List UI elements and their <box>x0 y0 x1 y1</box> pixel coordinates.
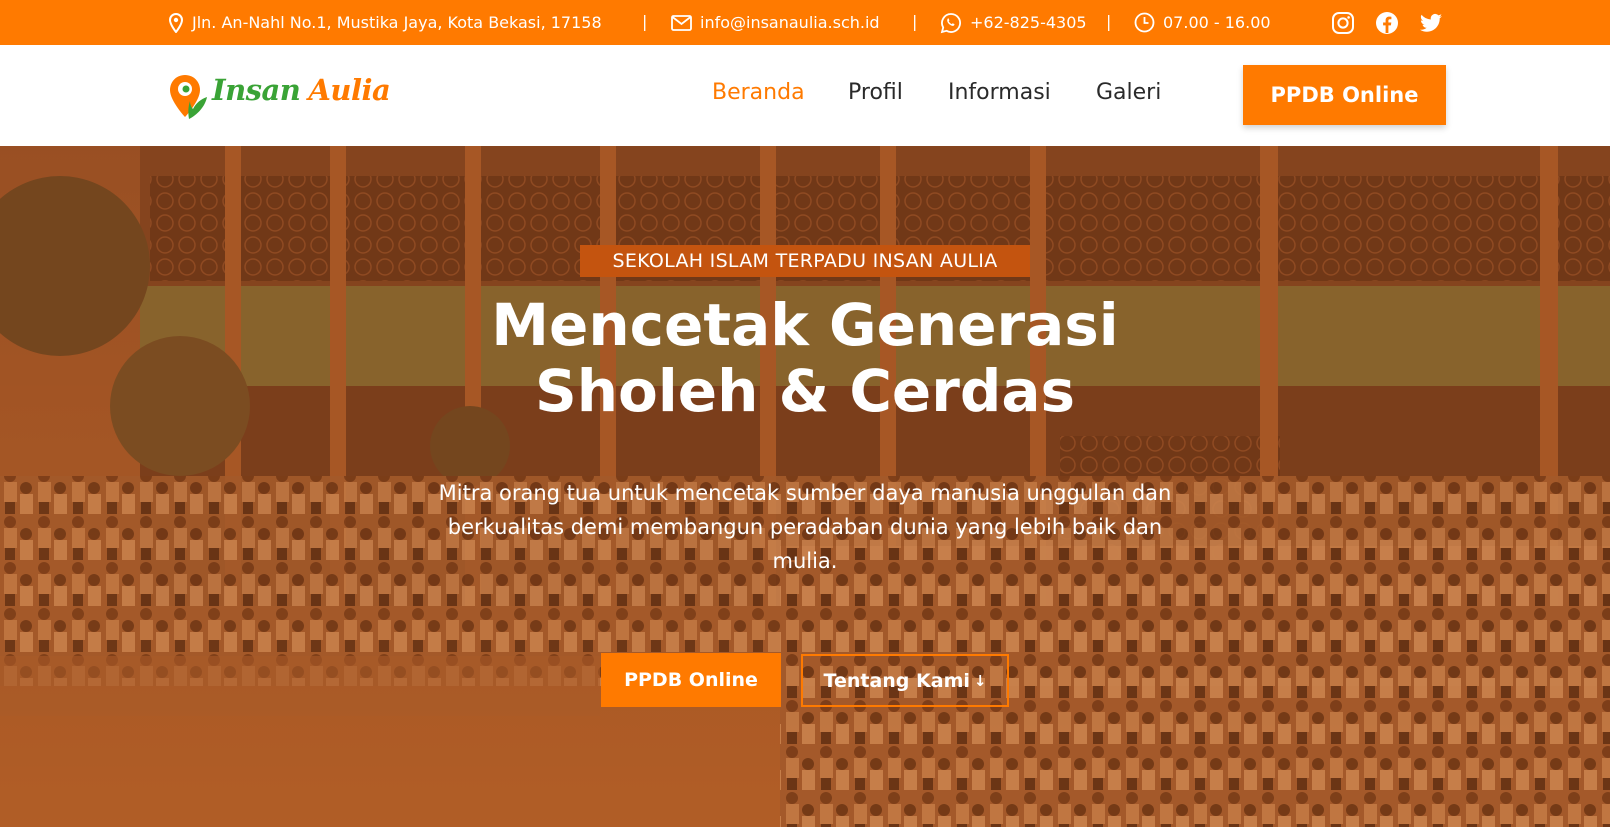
clock-icon <box>1134 12 1155 33</box>
hero-headline-line1: Mencetak Generasi <box>491 291 1119 359</box>
logo-word-insan: Insan <box>212 73 301 107</box>
hours-info: 07.00 - 16.00 <box>1134 0 1271 45</box>
nav-link-profil[interactable]: Profil <box>848 80 903 105</box>
tentang-kami-button[interactable]: Tentang Kami ↓ <box>801 654 1009 707</box>
nav-link-informasi[interactable]: Informasi <box>948 80 1051 105</box>
ppdb-online-hero-button[interactable]: PPDB Online <box>601 653 781 707</box>
whatsapp-icon <box>940 12 962 34</box>
nav-link-galeri[interactable]: Galeri <box>1096 80 1161 105</box>
twitter-icon[interactable] <box>1419 11 1443 35</box>
hero-subtext: Mitra orang tua untuk mencetak sumber da… <box>438 481 1172 573</box>
facebook-icon[interactable] <box>1375 11 1399 35</box>
address-text: Jln. An-Nahl No.1, Mustika Jaya, Kota Be… <box>192 13 602 32</box>
logo-emblem-icon <box>167 71 211 127</box>
phone-info[interactable]: +62-825-4305 <box>940 0 1087 45</box>
hours-text: 07.00 - 16.00 <box>1163 13 1271 32</box>
hero-headline-line2: Sholeh & Cerdas <box>534 357 1076 425</box>
phone-text[interactable]: +62-825-4305 <box>970 13 1087 32</box>
nav-link-beranda[interactable]: Beranda <box>712 80 805 105</box>
hero-section: SEKOLAH ISLAM TERPADU INSAN AULIA Mencet… <box>0 146 1610 827</box>
logo-word-aulia: Aulia <box>308 73 391 107</box>
logo-wordmark: Insan Aulia <box>212 73 391 107</box>
mail-icon <box>671 14 692 31</box>
top-info-bar: Jln. An-Nahl No.1, Mustika Jaya, Kota Be… <box>0 0 1610 45</box>
arrow-down-icon: ↓ <box>973 671 987 690</box>
email-info[interactable]: info@insanaulia.sch.id <box>671 0 880 45</box>
separator: | <box>642 12 648 31</box>
tentang-kami-label: Tentang Kami <box>823 669 970 692</box>
address-info: Jln. An-Nahl No.1, Mustika Jaya, Kota Be… <box>168 0 602 45</box>
separator: | <box>912 12 918 31</box>
separator: | <box>1106 12 1112 31</box>
email-text[interactable]: info@insanaulia.sch.id <box>700 13 880 32</box>
instagram-icon[interactable] <box>1331 11 1355 35</box>
hero-eyebrow-label: SEKOLAH ISLAM TERPADU INSAN AULIA <box>580 245 1030 277</box>
main-navbar: Insan Aulia Beranda Profil Informasi Gale… <box>0 45 1610 146</box>
site-logo[interactable]: Insan Aulia <box>167 67 392 123</box>
ppdb-online-nav-button[interactable]: PPDB Online <box>1243 65 1446 125</box>
location-pin-icon <box>168 12 184 33</box>
